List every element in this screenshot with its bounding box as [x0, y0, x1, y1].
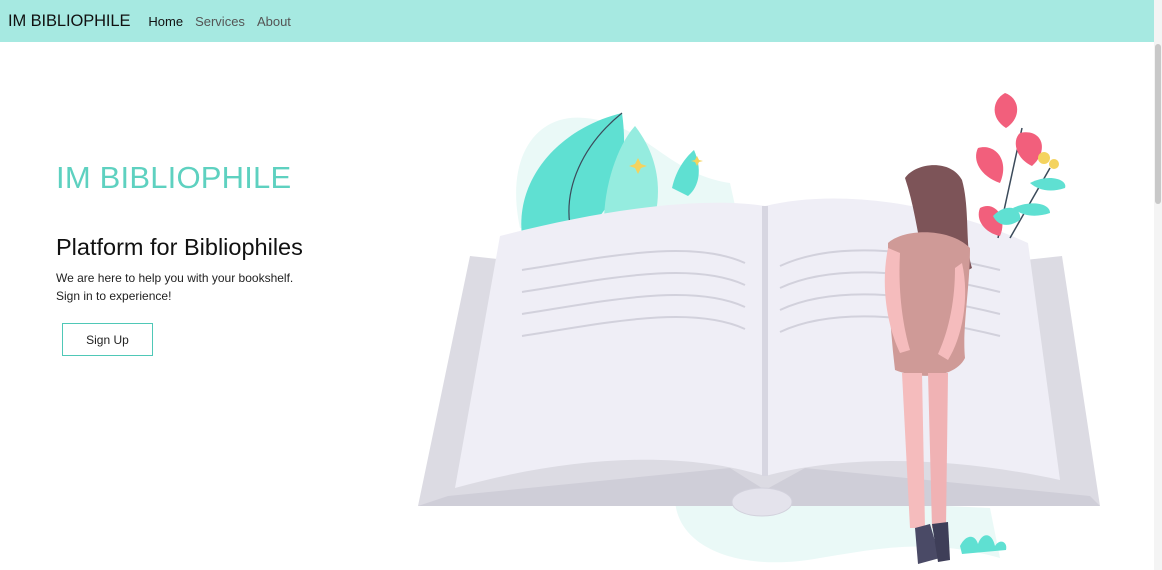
plant-petal-top [994, 93, 1018, 128]
plant-berry-1 [1038, 152, 1050, 164]
page-scrollbar[interactable] [1154, 0, 1162, 570]
hero-title: IM BIBLIOPHILE [56, 160, 292, 195]
scrollbar-thumb[interactable] [1155, 44, 1161, 204]
hero-description-line-1: We are here to help you with your booksh… [56, 271, 294, 285]
hero-description-line-2: Sign in to experience! [56, 289, 172, 303]
nav-link-about[interactable]: About [257, 14, 291, 29]
book-spine [762, 206, 768, 476]
plant-berry-2 [1049, 159, 1059, 169]
nav-link-home[interactable]: Home [148, 14, 183, 29]
brand-logo[interactable]: IM BIBLIOPHILE [8, 12, 130, 31]
navbar: IM BIBLIOPHILE Home Services About [0, 0, 1162, 42]
book-bookmark [731, 487, 793, 517]
plant-petal-left [976, 147, 1004, 183]
book-left-page [455, 202, 765, 488]
plant-leaf-teal-1 [1030, 178, 1066, 191]
reading-woman-book-illustration [418, 93, 1100, 564]
hero-subtitle: Platform for Bibliophiles [56, 234, 303, 260]
nav-link-services[interactable]: Services [195, 14, 245, 29]
plant-petal-mid [1015, 132, 1042, 166]
signup-button[interactable]: Sign Up [62, 323, 153, 356]
small-plant [960, 535, 1007, 554]
